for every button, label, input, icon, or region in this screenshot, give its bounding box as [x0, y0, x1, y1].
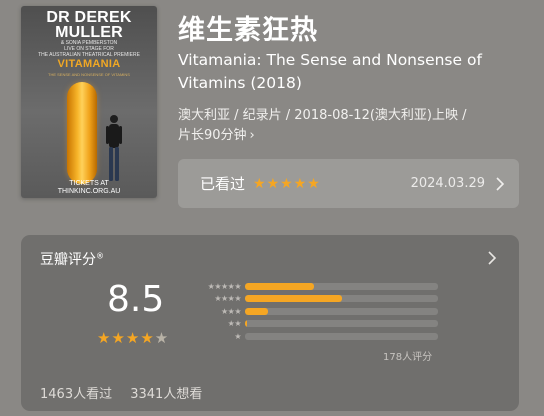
distribution-track	[245, 332, 438, 340]
distribution-stars: ★	[234, 331, 241, 341]
poster-brand: VITAMANIA	[57, 58, 121, 70]
page-title: 维生素狂热	[178, 15, 318, 46]
douban-rating-card[interactable]: 豆瓣评分® 8.5 ★★★★★ ★★★★★ ★★★★ ★★★ ★★ ★ 178人评分 1…	[21, 235, 519, 411]
watched-count[interactable]: 1463人看过	[40, 387, 112, 402]
meta-line1: 澳大利亚 / 纪录片 / 2018-08-12(澳大利亚)上映 /	[178, 108, 467, 123]
distribution-stars: ★★★	[220, 306, 242, 316]
distribution-row: ★★	[195, 318, 445, 331]
rating-score: 8.5	[107, 279, 165, 320]
distribution-row: ★	[195, 330, 445, 343]
distribution-fill	[245, 295, 342, 303]
movie-meta[interactable]: 澳大利亚 / 纪录片 / 2018-08-12(澳大利亚)上映 / 片长90分钟…	[178, 106, 528, 146]
person-graphic	[106, 115, 122, 181]
meta-line2: 片长90分钟	[178, 128, 247, 143]
poster-tickets: TICKETS AT THINKINC.ORG.AU	[57, 180, 121, 195]
poster-name: DR DEREK MULLER	[46, 9, 132, 41]
original-title: Vitamania: The Sense and Nonsense of Vit…	[178, 51, 482, 92]
rating-footer: 1463人看过 3341人想看	[40, 383, 202, 402]
want-count[interactable]: 3341人想看	[130, 387, 202, 402]
distribution-row: ★★★★	[195, 293, 445, 306]
rating-distribution: ★★★★★ ★★★★ ★★★ ★★ ★	[195, 280, 445, 343]
rating-count: 178人评分	[383, 352, 433, 363]
rating-title: 豆瓣评分®	[40, 251, 104, 268]
rating-stars: ★★★★★	[97, 329, 170, 347]
distribution-fill	[245, 320, 247, 328]
distribution-fill	[245, 282, 315, 290]
distribution-track	[245, 282, 438, 290]
watched-date: 2024.03.29	[410, 176, 485, 191]
distribution-track	[245, 307, 438, 315]
distribution-track	[245, 320, 438, 328]
distribution-fill	[245, 307, 269, 315]
capsule-graphic	[67, 82, 97, 184]
poster-tagline: THE SENSE AND NONSENSE OF VITAMINS	[48, 72, 130, 77]
poster-subtitle: & SONIA PEMBERSTON LIVE ON STAGE FOR THE…	[38, 40, 140, 58]
distribution-stars: ★★★★	[214, 294, 241, 304]
my-rating-stars: ★★★★★	[253, 175, 321, 192]
distribution-row: ★★★	[195, 305, 445, 318]
watched-label: 已看过	[200, 175, 246, 193]
chevron-right-icon	[488, 251, 497, 265]
chevron-right-icon: ›	[249, 128, 255, 143]
chevron-right-icon	[496, 176, 505, 191]
distribution-row: ★★★★★	[195, 280, 445, 293]
distribution-stars: ★★	[227, 319, 242, 329]
distribution-track	[245, 295, 438, 303]
movie-poster[interactable]: DR DEREK MULLER & SONIA PEMBERSTON LIVE …	[21, 6, 157, 198]
watched-status-card[interactable]: 已看过 ★★★★★ 2024.03.29	[178, 159, 519, 208]
distribution-stars: ★★★★★	[207, 281, 242, 291]
